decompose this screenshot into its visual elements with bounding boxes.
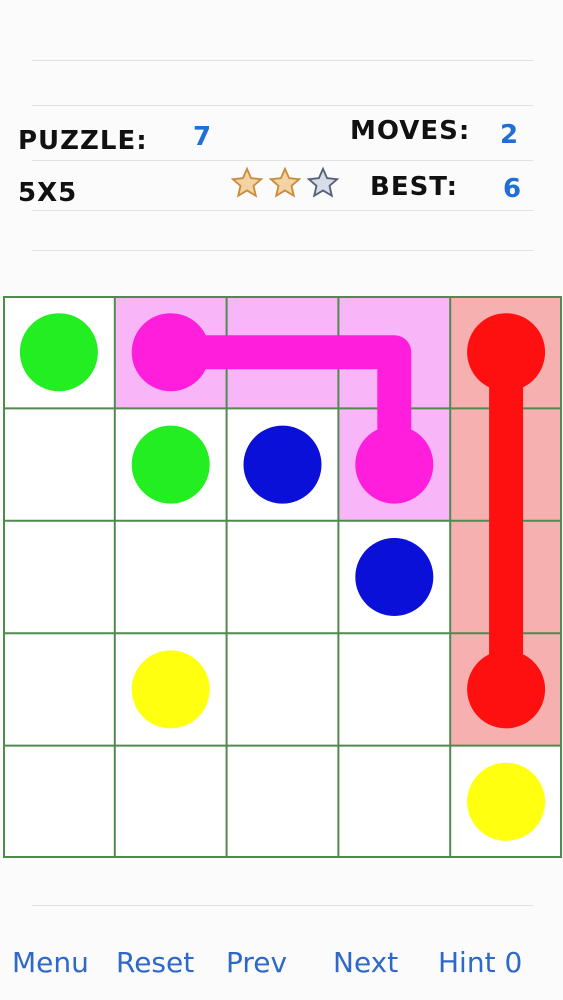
menu-button[interactable]: Menu: [12, 938, 89, 988]
dot-yellow: [131, 650, 210, 729]
board-canvas: [3, 296, 562, 858]
dot-red: [467, 650, 546, 729]
bottom-toolbar: Menu Reset Prev Next Hint 0: [0, 938, 563, 988]
next-button[interactable]: Next: [333, 938, 398, 988]
dot-magenta: [131, 313, 210, 392]
dot-blue: [355, 538, 434, 616]
star-filled-icon: [268, 166, 302, 198]
paper-rule: [32, 210, 533, 211]
paper-rule: [32, 160, 533, 161]
dot-green: [19, 313, 98, 392]
hint-button[interactable]: Hint 0: [438, 938, 522, 988]
hint-label: Hint: [438, 946, 496, 979]
paper-rule: [32, 905, 533, 906]
paper-rule: [32, 105, 533, 106]
best-label: BEST:: [370, 172, 459, 202]
reset-button[interactable]: Reset: [116, 938, 194, 988]
best-value: 6: [503, 174, 522, 204]
star-filled-icon: [230, 166, 264, 198]
dot-blue: [243, 425, 322, 504]
puzzle-number: 7: [193, 122, 212, 152]
rating-stars: [230, 166, 340, 200]
game-board[interactable]: [3, 296, 562, 858]
moves-label: MOVES:: [350, 116, 471, 146]
puzzle-label: PUZZLE:: [18, 126, 148, 156]
dot-green: [131, 425, 210, 504]
paper-rule: [32, 60, 533, 61]
moves-value: 2: [500, 120, 519, 150]
dot-red: [467, 313, 546, 392]
hint-count: 0: [504, 946, 523, 979]
prev-button[interactable]: Prev: [226, 938, 287, 988]
dot-yellow: [467, 762, 546, 841]
star-empty-icon: [306, 166, 340, 198]
paper-rule: [32, 250, 533, 251]
dot-magenta: [355, 425, 434, 504]
grid-size-label: 5X5: [18, 178, 78, 208]
